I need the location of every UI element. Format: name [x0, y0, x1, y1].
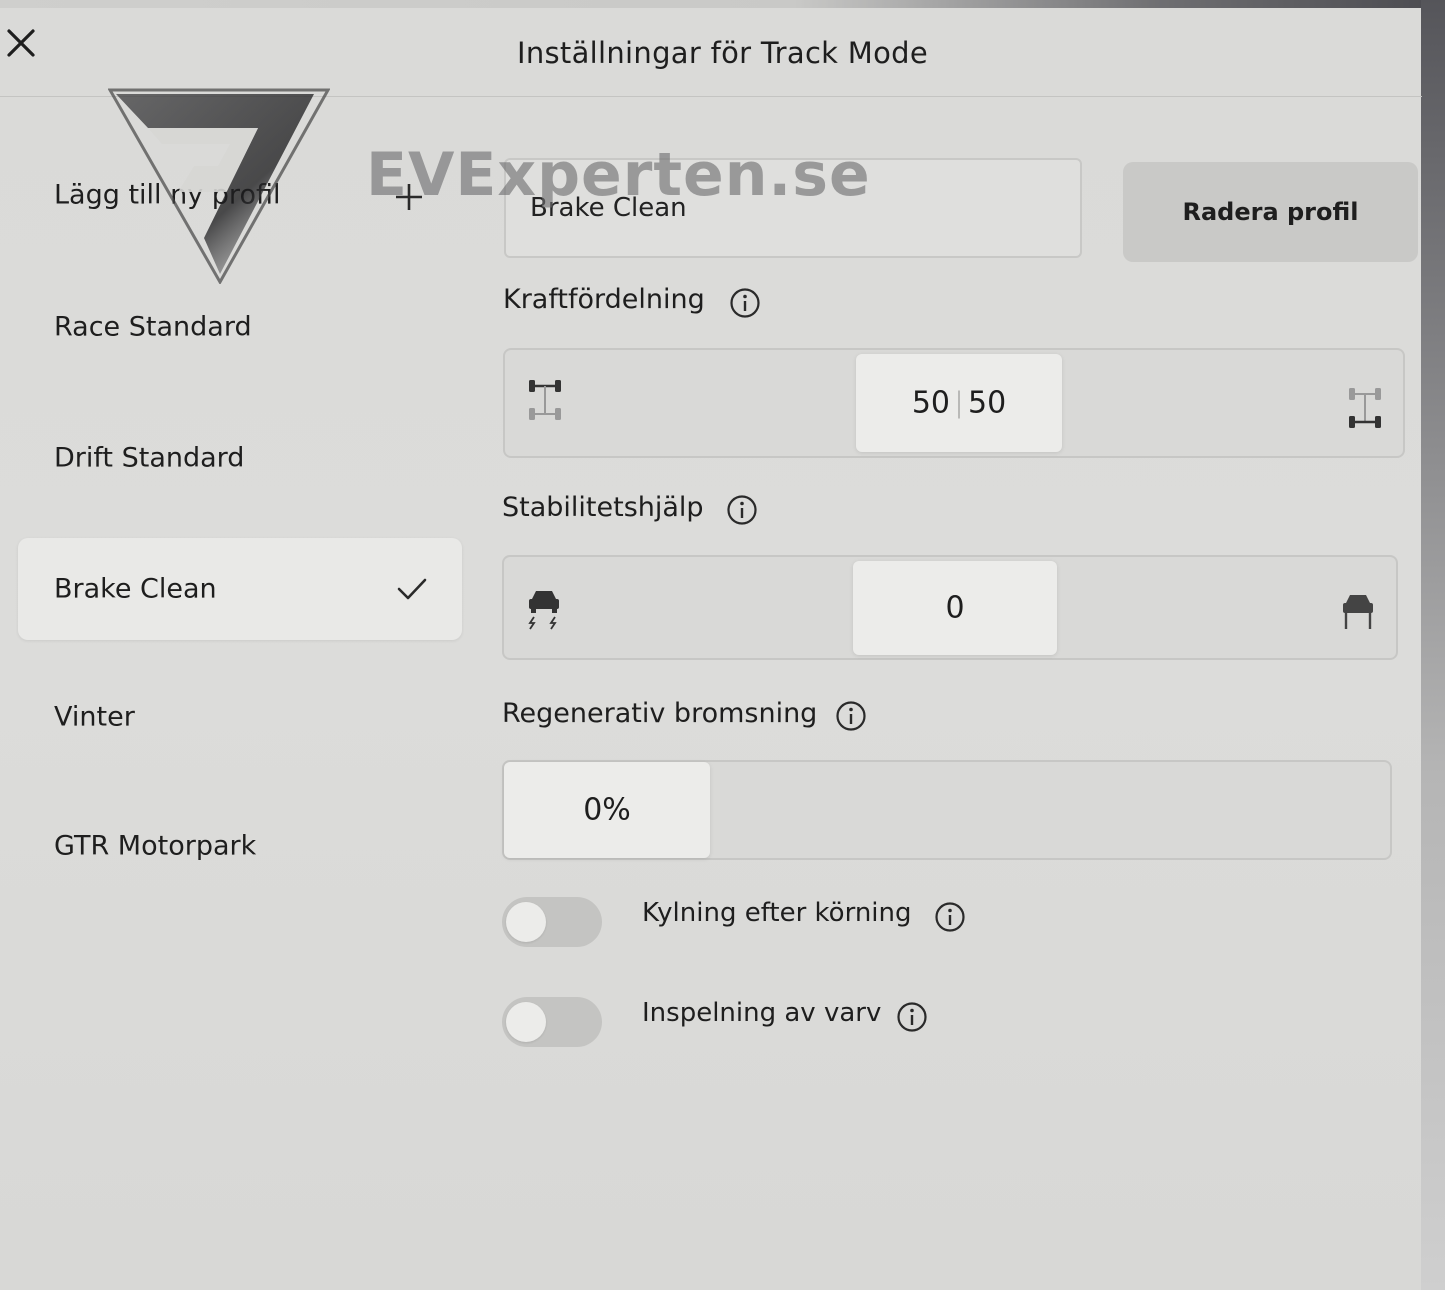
page-title: Inställningar för Track Mode: [516, 36, 929, 70]
stability-assist-slider[interactable]: 0: [502, 555, 1398, 660]
power-distribution-value: 50 50: [856, 386, 1062, 421]
evexperten-logo-icon: [108, 88, 330, 284]
regen-braking-value: 0%: [583, 792, 631, 828]
power-distribution-label: Kraftfördelning: [503, 284, 705, 315]
car-icon: [1343, 595, 1373, 629]
stability-assist-knob[interactable]: 0: [853, 561, 1057, 655]
toggle-thumb: [506, 1002, 546, 1042]
profile-item-drift-standard[interactable]: Drift Standard: [18, 407, 462, 509]
delete-profile-label: Radera profil: [1182, 198, 1359, 226]
info-icon[interactable]: [896, 1001, 928, 1033]
power-distribution-knob[interactable]: 50 50: [856, 354, 1062, 452]
cooldown-toggle[interactable]: [502, 897, 602, 947]
front-percent: 50: [911, 385, 950, 421]
power-distribution-slider[interactable]: 50 50: [503, 348, 1405, 458]
stability-assist-label: Stabilitetshjälp: [502, 492, 704, 523]
profile-label: Drift Standard: [54, 442, 245, 474]
profile-label: GTR Motorpark: [54, 830, 257, 862]
profile-label: Race Standard: [54, 311, 252, 343]
profile-item-brake-clean[interactable]: Brake Clean: [18, 538, 462, 640]
checkmark-icon: [397, 578, 427, 600]
info-icon[interactable]: [726, 494, 758, 526]
stability-assist-value: 0: [945, 590, 965, 626]
car-slip-icon: [528, 591, 559, 630]
profile-label: Brake Clean: [54, 573, 217, 605]
regen-braking-label: Regenerativ bromsning: [502, 698, 818, 729]
front-axle-icon: [529, 380, 561, 420]
info-icon[interactable]: [934, 901, 966, 933]
info-icon[interactable]: [729, 287, 761, 319]
regen-braking-knob[interactable]: 0%: [504, 762, 710, 858]
profile-item-vinter[interactable]: Vinter: [18, 666, 462, 768]
watermark-text: EVExperten.se: [366, 140, 871, 210]
right-bezel: [1421, 0, 1445, 1290]
rear-percent: 50: [968, 385, 1007, 421]
delete-profile-button[interactable]: Radera profil: [1123, 162, 1418, 262]
lap-recording-toggle[interactable]: [502, 997, 602, 1047]
lap-recording-label: Inspelning av varv: [642, 998, 882, 1028]
cooldown-label: Kylning efter körning: [642, 898, 912, 928]
regen-braking-slider[interactable]: 0%: [502, 760, 1392, 860]
profile-item-race-standard[interactable]: Race Standard: [18, 276, 462, 378]
info-icon[interactable]: [835, 700, 867, 732]
profile-item-gtr-motorpark[interactable]: GTR Motorpark: [18, 795, 462, 897]
rear-axle-icon: [1349, 388, 1381, 428]
profile-label: Vinter: [54, 701, 135, 733]
toggle-thumb: [506, 902, 546, 942]
